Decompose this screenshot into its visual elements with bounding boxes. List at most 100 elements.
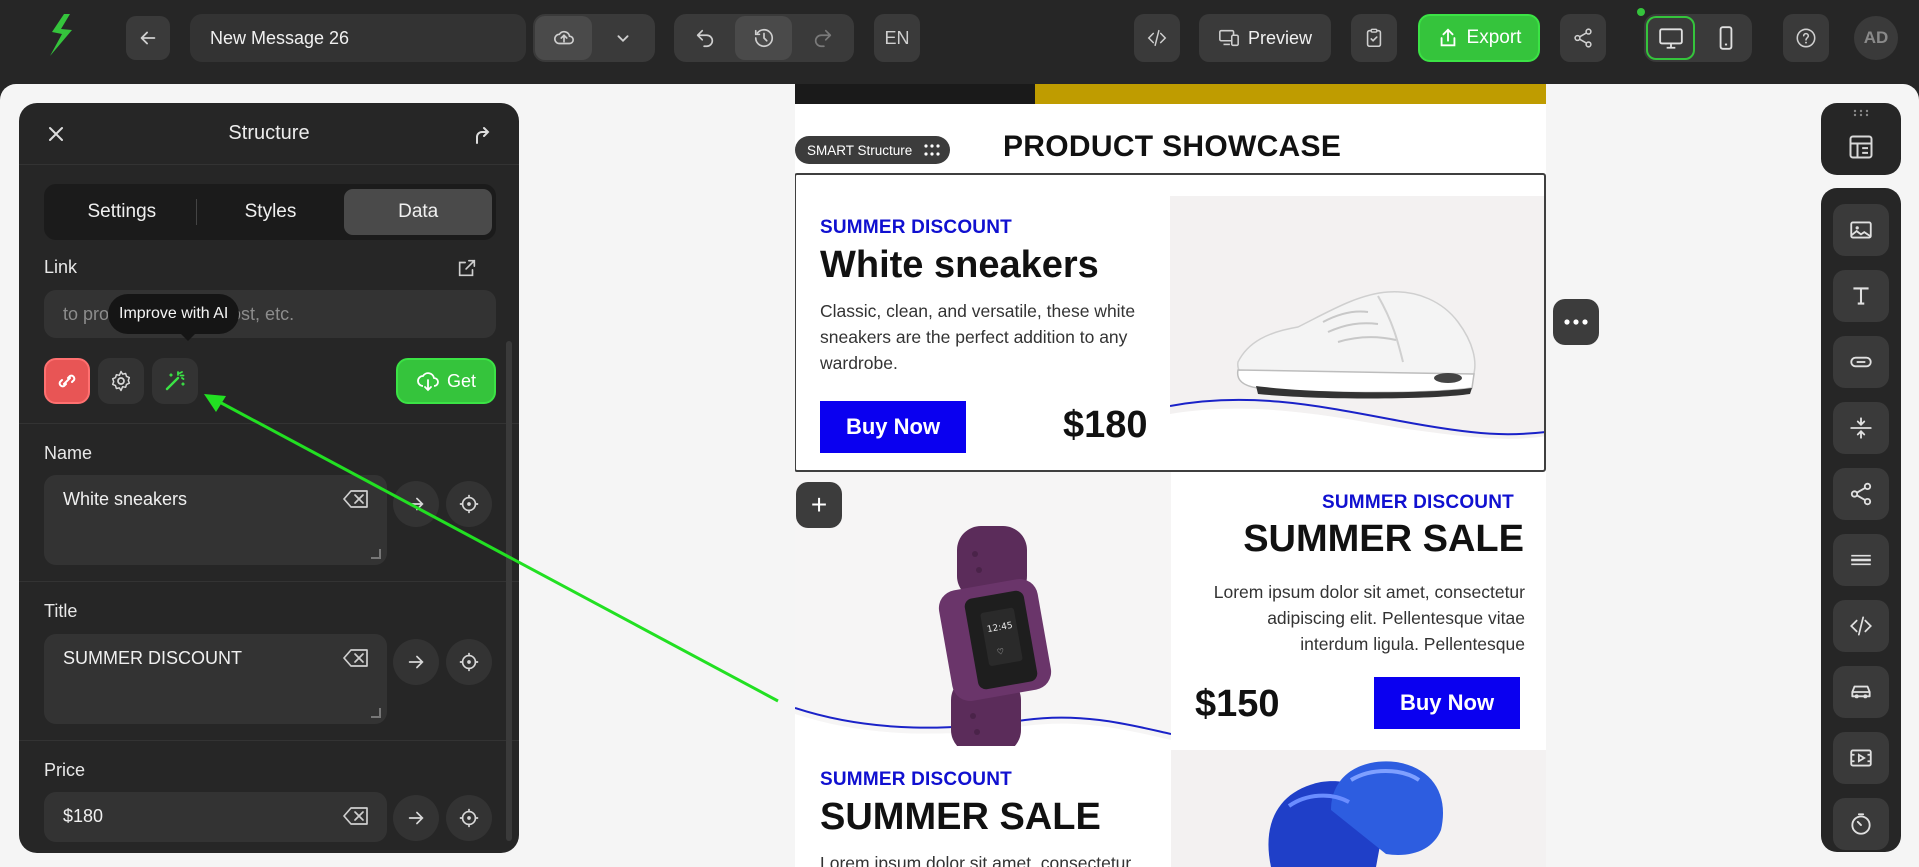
cloud-save-button[interactable] xyxy=(535,16,592,60)
clipboard-check-icon xyxy=(1366,28,1382,48)
card-discount[interactable]: SUMMER DISCOUNT xyxy=(1322,492,1514,514)
title-pick-button[interactable] xyxy=(446,639,492,685)
price-insert-button[interactable] xyxy=(393,795,439,841)
card-discount[interactable]: SUMMER DISCOUNT xyxy=(820,769,1012,791)
video-block-button[interactable] xyxy=(1833,732,1889,784)
panel-scrollbar[interactable] xyxy=(506,341,512,841)
save-options-dropdown[interactable] xyxy=(594,16,651,60)
unlink-button[interactable] xyxy=(44,358,90,404)
product-image-tracker[interactable]: 12:45 ♡ xyxy=(795,472,1171,746)
move-up-icon[interactable] xyxy=(471,123,493,145)
language-label: EN xyxy=(884,27,910,48)
get-label: Get xyxy=(446,370,476,391)
crosshair-icon xyxy=(459,808,479,828)
social-block-button[interactable] xyxy=(1833,468,1889,520)
card-description[interactable]: Lorem ipsum dolor sit amet, consectetur xyxy=(820,850,1150,867)
product-image-gloves[interactable] xyxy=(1171,750,1546,867)
card-price[interactable]: $150 xyxy=(1195,683,1280,726)
link-settings-button[interactable] xyxy=(98,358,144,404)
desktop-view-button[interactable] xyxy=(1646,16,1696,60)
email-canvas: PRODUCT SHOWCASE SMART Structure SUMMER … xyxy=(795,84,1546,867)
text-block-button[interactable] xyxy=(1833,270,1889,322)
html-block-button[interactable] xyxy=(1833,600,1889,652)
tab-settings[interactable]: Settings xyxy=(48,189,196,235)
arrow-right-icon xyxy=(408,811,424,825)
language-button[interactable]: EN xyxy=(874,14,920,62)
add-block-button[interactable]: + xyxy=(796,482,842,528)
desktop-icon xyxy=(1658,28,1683,49)
image-icon xyxy=(1850,221,1872,239)
device-toggle xyxy=(1644,14,1752,62)
help-button[interactable] xyxy=(1783,14,1829,62)
close-icon[interactable] xyxy=(45,123,67,145)
name-insert-button[interactable] xyxy=(393,481,439,527)
mobile-icon xyxy=(1719,26,1732,50)
selected-structure-outline xyxy=(795,173,1546,472)
status-dot xyxy=(1637,8,1645,16)
app-logo-icon[interactable] xyxy=(44,12,78,58)
name-label: Name xyxy=(44,443,93,463)
ai-tooltip: Improve with AI xyxy=(108,294,240,334)
link-label: Link xyxy=(44,257,78,277)
title-insert-button[interactable] xyxy=(393,639,439,685)
name-field[interactable]: White sneakers xyxy=(44,475,387,565)
arrow-right-icon xyxy=(408,497,424,511)
menu-block-button[interactable] xyxy=(1833,666,1889,718)
avatar-initials: AD xyxy=(1863,28,1889,47)
history-group xyxy=(674,14,854,62)
image-block-button[interactable] xyxy=(1833,204,1889,256)
share-button[interactable] xyxy=(1560,14,1606,62)
get-link-button[interactable]: Get xyxy=(396,358,496,404)
avatar[interactable]: AD xyxy=(1854,16,1898,60)
tab-data[interactable]: Data xyxy=(344,189,493,235)
name-value: White sneakers xyxy=(63,489,188,509)
resize-handle[interactable] xyxy=(371,708,381,718)
title-field[interactable]: SUMMER DISCOUNT xyxy=(44,634,387,724)
price-field[interactable]: $180 xyxy=(44,792,387,842)
version-history-button[interactable] xyxy=(735,16,792,60)
resize-handle[interactable] xyxy=(371,549,381,559)
mobile-view-button[interactable] xyxy=(1701,16,1750,60)
cloud-upload-icon xyxy=(553,30,574,45)
timer-block-button[interactable] xyxy=(1833,798,1889,850)
share-icon xyxy=(1574,28,1592,48)
message-title-field[interactable]: New Message 26 xyxy=(190,14,526,62)
redo-button[interactable] xyxy=(794,16,851,60)
smart-structure-chip[interactable]: SMART Structure xyxy=(795,136,951,164)
backspace-icon[interactable] xyxy=(343,489,369,509)
section-title[interactable]: PRODUCT SHOWCASE xyxy=(1003,130,1341,164)
price-value: $180 xyxy=(63,806,104,826)
card-product-name[interactable]: SUMMER SALE xyxy=(820,796,1101,839)
card-description[interactable]: Lorem ipsum dolor sit amet, consectetur … xyxy=(1190,579,1525,657)
divider-block-button[interactable] xyxy=(1833,534,1889,586)
export-button[interactable]: Export xyxy=(1418,14,1540,62)
help-icon xyxy=(1796,28,1816,48)
drag-handle-icon[interactable] xyxy=(924,144,940,156)
external-link-icon[interactable] xyxy=(456,257,478,279)
code-view-button[interactable] xyxy=(1134,14,1180,62)
button-block-button[interactable] xyxy=(1833,336,1889,388)
code-icon xyxy=(1147,29,1167,47)
ellipsis-icon xyxy=(1564,319,1588,325)
price-label: Price xyxy=(44,760,86,780)
test-checklist-button[interactable] xyxy=(1351,14,1397,62)
card-product-name[interactable]: SUMMER SALE xyxy=(1242,518,1524,561)
back-button[interactable] xyxy=(126,16,170,60)
tooltip-pointer xyxy=(180,333,196,341)
tab-styles[interactable]: Styles xyxy=(197,189,345,235)
export-label: Export xyxy=(1466,27,1522,48)
buy-now-button[interactable]: Buy Now xyxy=(1374,677,1520,729)
preview-button[interactable]: Preview xyxy=(1199,14,1331,62)
name-pick-button[interactable] xyxy=(446,481,492,527)
more-options-button[interactable] xyxy=(1553,299,1599,345)
backspace-icon[interactable] xyxy=(343,806,369,826)
magic-wand-icon xyxy=(165,371,185,391)
improve-with-ai-button[interactable] xyxy=(152,358,198,404)
drag-grip-icon[interactable] xyxy=(1853,109,1869,117)
undo-button[interactable] xyxy=(676,16,733,60)
spacer-block-button[interactable] xyxy=(1833,402,1889,454)
price-pick-button[interactable] xyxy=(446,795,492,841)
layout-panel-button[interactable] xyxy=(1821,103,1901,175)
devices-icon xyxy=(1219,29,1239,47)
backspace-icon[interactable] xyxy=(343,648,369,668)
